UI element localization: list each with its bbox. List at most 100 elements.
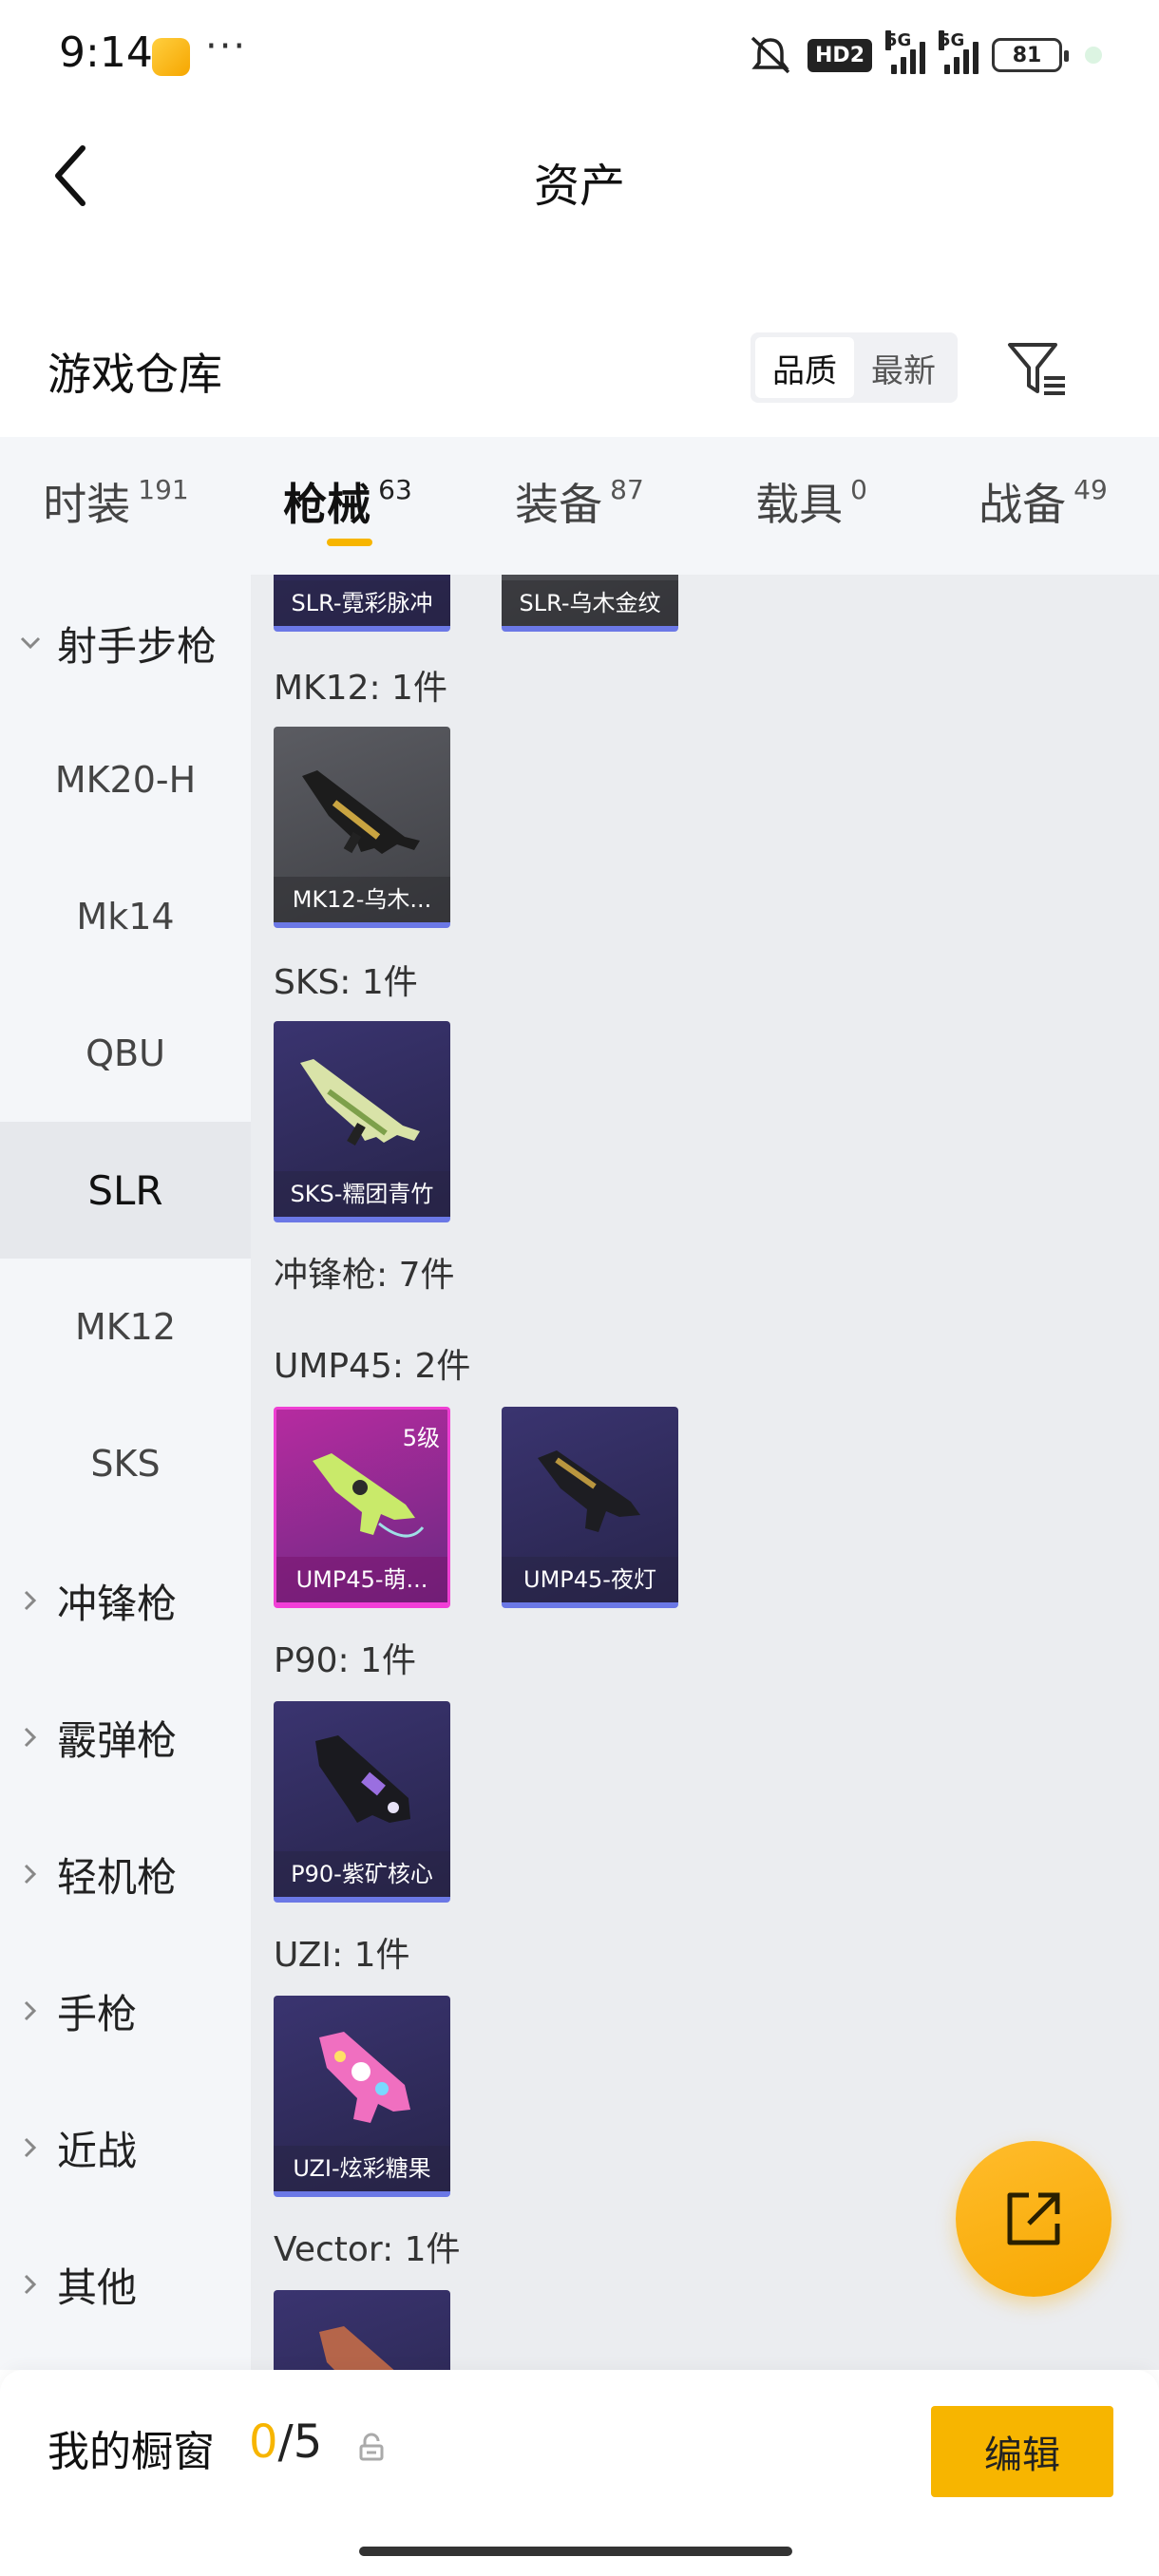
sidebar-item-smg[interactable]: 冲锋枪	[0, 1532, 251, 1669]
chevron-right-icon	[19, 2136, 42, 2159]
chevron-down-icon	[19, 632, 42, 654]
weapon-card[interactable]	[274, 2290, 450, 2370]
weapon-category-sidebar: 射手步枪 MK20-H Mk14 QBU SLR MK12 SKS 冲锋枪 霰弹…	[0, 575, 251, 2370]
weapon-card-name: UMP45-夜灯	[502, 1557, 678, 1602]
showcase-count: 0/5	[249, 2415, 322, 2469]
category-tabs: 时装 191 枪械 63 装备 87 载具 0 战备 49	[0, 437, 1159, 575]
group-label-p90: P90: 1件	[274, 1641, 416, 1680]
share-button[interactable]	[956, 2141, 1112, 2297]
sidebar-item-mk12[interactable]: MK12	[0, 1259, 251, 1395]
weapon-grid: SLR-霓彩脉冲 SLR-乌木金纹 MK12: 1件 MK12-乌木... SK…	[251, 575, 1159, 2370]
sidebar-item-mk14[interactable]: Mk14	[0, 848, 251, 985]
share-external-icon	[1007, 2192, 1060, 2245]
sidebar-item-label: SKS	[90, 1443, 161, 1485]
weapon-card[interactable]: SLR-乌木金纹	[502, 575, 678, 632]
smg-image	[315, 1735, 410, 1823]
weapon-card[interactable]: UMP45-夜灯	[502, 1407, 678, 1608]
sidebar-item-mk20h[interactable]: MK20-H	[0, 711, 251, 848]
signal-icon-2: 5G	[939, 30, 978, 74]
app-notification-icon	[152, 38, 190, 76]
header: 资产	[0, 114, 1159, 242]
filter-icon	[1008, 343, 1065, 395]
weapon-card-name: SKS-糯团青竹	[274, 1171, 450, 1217]
showcase-current: 0	[249, 2415, 278, 2469]
tab-label: 战备	[978, 479, 1067, 530]
home-indicator[interactable]	[359, 2547, 792, 2556]
tab-count: 87	[610, 474, 644, 505]
sidebar-item-pistol[interactable]: 手枪	[0, 1942, 251, 2079]
smg-image	[319, 2032, 410, 2123]
weapon-card[interactable]: 5级 UMP45-萌...	[274, 1407, 450, 1608]
signal-type-label: 5G	[885, 30, 912, 50]
weapon-card-name: UZI-炫彩糖果	[274, 2146, 450, 2191]
chevron-right-icon	[19, 1589, 42, 1612]
weapon-card[interactable]: SKS-糯团青竹	[274, 1021, 450, 1222]
chevron-right-icon	[19, 1863, 42, 1885]
sidebar-item-slr[interactable]: SLR	[0, 1122, 251, 1259]
tab-count: 0	[850, 474, 867, 505]
group-label-uzi: UZI: 1件	[274, 1936, 410, 1975]
sort-newest-button[interactable]: 最新	[854, 337, 953, 398]
tab-fashion[interactable]: 时装 191	[0, 437, 232, 575]
sidebar-item-label: SLR	[87, 1166, 163, 1214]
tab-label: 枪械	[283, 479, 371, 530]
sidebar-item-qbu[interactable]: QBU	[0, 985, 251, 1122]
sidebar-item-label: 霰弹枪	[57, 1716, 178, 1764]
tab-firearms[interactable]: 枪械 63	[232, 437, 464, 575]
section-title: 游戏仓库	[48, 349, 222, 400]
weapon-card[interactable]: MK12-乌木...	[274, 727, 450, 928]
privacy-dot-icon	[1085, 47, 1102, 64]
sidebar-item-label: 冲锋枪	[57, 1580, 178, 1627]
showcase-label: 我的橱窗	[48, 2428, 215, 2476]
sort-quality-button[interactable]: 品质	[755, 337, 854, 398]
more-notifications-icon: ···	[205, 25, 248, 68]
page-title: 资产	[533, 160, 625, 213]
weapon-card-name: MK12-乌木...	[274, 877, 450, 922]
edit-button[interactable]: 编辑	[931, 2406, 1113, 2497]
tab-equipment[interactable]: 装备 87	[464, 437, 695, 575]
tab-label: 装备	[515, 479, 603, 530]
smg-image	[538, 1450, 640, 1532]
tab-supplies[interactable]: 战备 49	[927, 437, 1159, 575]
sidebar-item-label: 其他	[57, 2263, 138, 2311]
weapon-level-badge: 5级	[402, 1425, 440, 1451]
sidebar-item-label: QBU	[86, 1032, 165, 1074]
smg-image	[319, 2326, 394, 2370]
tab-label: 载具	[755, 479, 844, 530]
vibrate-mute-icon	[747, 34, 794, 76]
chevron-right-icon	[19, 1999, 42, 2022]
group-label-vector: Vector: 1件	[274, 2230, 461, 2269]
section-bar: 游戏仓库 品质 最新	[0, 304, 1159, 437]
rifle-image	[302, 770, 420, 854]
weapon-card[interactable]: P90-紫矿核心	[274, 1701, 450, 1903]
tab-count: 49	[1074, 474, 1108, 505]
sidebar-item-label: 轻机枪	[57, 1853, 178, 1901]
weapon-card[interactable]: UZI-炫彩糖果	[274, 1996, 450, 2197]
tab-vehicles[interactable]: 载具 0	[695, 437, 927, 575]
sidebar-item-marksman-rifles[interactable]: 射手步枪	[0, 575, 251, 711]
sidebar-item-lmg[interactable]: 轻机枪	[0, 1806, 251, 1942]
weapon-card-name: SLR-乌木金纹	[502, 580, 678, 626]
battery-icon: 81	[992, 38, 1069, 72]
sidebar-item-shotgun[interactable]: 霰弹枪	[0, 1669, 251, 1806]
sidebar-item-other[interactable]: 其他	[0, 2216, 251, 2353]
sidebar-item-label: 手枪	[57, 1990, 138, 2037]
filter-button[interactable]	[1003, 334, 1072, 403]
weapon-card-name: SLR-霓彩脉冲	[274, 580, 450, 626]
weapon-card[interactable]: SLR-霓彩脉冲	[274, 575, 450, 632]
tab-count: 63	[378, 474, 412, 505]
rifle-image	[300, 1059, 420, 1146]
lock-icon	[359, 2433, 384, 2461]
sidebar-item-melee[interactable]: 近战	[0, 2079, 251, 2216]
sidebar-item-sks[interactable]: SKS	[0, 1395, 251, 1532]
active-tab-indicator	[327, 539, 372, 546]
signal-type-label-2: 5G	[939, 30, 965, 50]
sort-toggle: 品质 最新	[750, 332, 958, 403]
group-label-ump45: UMP45: 2件	[274, 1347, 471, 1386]
group-label-smg: 冲锋枪: 7件	[274, 1256, 455, 1295]
sidebar-item-label: 射手步枪	[57, 622, 218, 670]
weapon-card-name: P90-紫矿核心	[274, 1851, 450, 1897]
status-indicators: HD2 5G 5G 81	[747, 30, 1102, 76]
tab-label: 时装	[43, 479, 131, 530]
group-label-mk12: MK12: 1件	[274, 669, 447, 708]
